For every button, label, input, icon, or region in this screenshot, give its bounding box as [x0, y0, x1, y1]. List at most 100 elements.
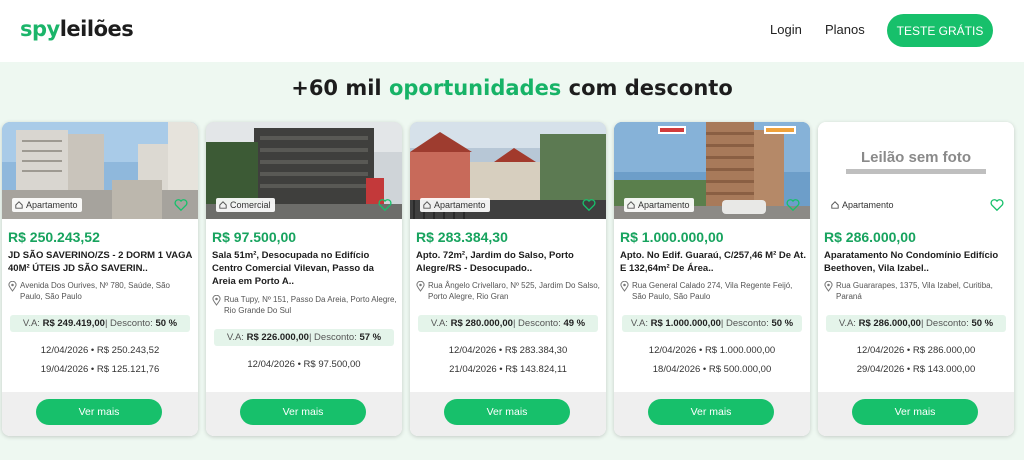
property-type-badge: Apartamento [12, 198, 82, 212]
listing-price: R$ 286.000,00 [824, 229, 916, 245]
listing-card-4[interactable]: Apartamento R$ 1.000.000,00 Apto. No Edi… [614, 122, 810, 436]
heart-icon[interactable] [378, 198, 392, 212]
auction-date-1: 12/04/2026 • R$ 97.500,00 [247, 359, 361, 370]
login-link[interactable]: Login [770, 22, 802, 37]
appraisal-value: R$ 280.000,00 [450, 318, 513, 329]
appraisal-label: V.A: [22, 318, 40, 329]
property-type-badge: Apartamento [624, 198, 694, 212]
map-pin-icon [824, 281, 833, 292]
headline-prefix: +60 mil [291, 76, 389, 100]
appraisal-label: V.A: [838, 318, 856, 329]
heart-icon[interactable] [582, 198, 596, 212]
plans-link[interactable]: Planos [825, 22, 865, 37]
appraisal-label: V.A: [430, 318, 448, 329]
headline-suffix: com desconto [561, 76, 733, 100]
home-icon [423, 201, 431, 209]
listing-title[interactable]: JD SÃO SAVERINO/ZS - 2 DORM 1 VAGA 40M² … [8, 249, 194, 275]
auction-date-1: 12/04/2026 • R$ 1.000.000,00 [648, 345, 776, 356]
listing-card-3[interactable]: Apartamento R$ 283.384,30 Apto. 72m², Ja… [410, 122, 606, 436]
listing-address: Rua Guararapes, 1375, Vila Izabel, Curit… [824, 280, 1010, 302]
logo-text-leiloes: leilões [59, 17, 134, 41]
section-headline: +60 mil oportunidades com desconto [0, 76, 1024, 100]
listing-card-2[interactable]: Comercial R$ 97.500,00 Sala 51m², Desocu… [206, 122, 402, 436]
heart-icon[interactable] [174, 198, 188, 212]
address-text: Avenida Dos Ourives, Nº 780, Saúde, São … [20, 281, 170, 301]
discount-value: 49 % [563, 318, 586, 329]
listing-price: R$ 97.500,00 [212, 229, 297, 245]
auction-date-2: 21/04/2026 • R$ 143.824,11 [449, 364, 567, 375]
property-type-label: Apartamento [434, 200, 486, 210]
address-text: Rua Guararapes, 1375, Vila Izabel, Curit… [836, 281, 993, 301]
see-more-button[interactable]: Ver mais [648, 399, 774, 425]
heart-icon[interactable] [990, 198, 1004, 212]
discount-label: | Desconto: [720, 318, 769, 329]
address-text: Rua General Calado 274, Vila Regente Fei… [632, 281, 793, 301]
property-type-label: Comercial [230, 200, 271, 210]
appraisal-label: V.A: [226, 332, 244, 343]
discount-value: 50 % [771, 318, 794, 329]
no-photo-text: Leilão sem foto [860, 149, 972, 166]
listing-title[interactable]: Apto. 72m², Jardim do Salso, Porto Alegr… [416, 249, 602, 275]
property-type-badge: Apartamento [828, 198, 898, 212]
listing-address: Rua Tupy, Nº 151, Passo Da Areia, Porto … [212, 294, 398, 316]
home-icon [219, 201, 227, 209]
listing-price: R$ 250.243,52 [8, 229, 100, 245]
property-type-label: Apartamento [842, 200, 894, 210]
auction-date-2: 18/04/2026 • R$ 500.000,00 [652, 364, 772, 375]
discount-label: | Desconto: [920, 318, 969, 329]
map-pin-icon [212, 295, 221, 306]
discount-value: 50 % [155, 318, 178, 329]
see-more-button[interactable]: Ver mais [36, 399, 162, 425]
auction-date-2: 29/04/2026 • R$ 143.000,00 [856, 364, 976, 375]
discount-value: 50 % [971, 318, 994, 329]
property-type-badge: Apartamento [420, 198, 490, 212]
discount-strip: V.A: R$ 249.419,00 | Desconto: 50 % [10, 315, 190, 332]
auction-date-1: 12/04/2026 • R$ 250.243,52 [40, 345, 160, 356]
auction-date-1: 12/04/2026 • R$ 286.000,00 [856, 345, 976, 356]
appraisal-label: V.A: [630, 318, 648, 329]
spyleiloes-logo[interactable]: spyleilões [20, 17, 134, 41]
discount-strip: V.A: R$ 1.000.000,00 | Desconto: 50 % [622, 315, 802, 332]
listing-title[interactable]: Aparatamento No Condomínio Edifício Beet… [824, 249, 1010, 275]
map-pin-icon [620, 281, 629, 292]
listing-address: Rua General Calado 274, Vila Regente Fei… [620, 280, 806, 302]
auction-date-2: 19/04/2026 • R$ 125.121,76 [40, 364, 160, 375]
listing-price: R$ 283.384,30 [416, 229, 508, 245]
listing-title[interactable]: Apto. No Edif. Guaraú, C/257,46 M² De At… [620, 249, 806, 275]
discount-label: | Desconto: [512, 318, 561, 329]
discount-strip: V.A: R$ 286.000,00 | Desconto: 50 % [826, 315, 1006, 332]
home-icon [15, 201, 23, 209]
property-type-label: Apartamento [26, 200, 78, 210]
see-more-button[interactable]: Ver mais [444, 399, 570, 425]
auction-date-1: 12/04/2026 • R$ 283.384,30 [448, 345, 568, 356]
listing-price: R$ 1.000.000,00 [620, 229, 724, 245]
free-trial-button[interactable]: TESTE GRÁTIS [887, 14, 993, 47]
property-type-label: Apartamento [638, 200, 690, 210]
placeholder-bar [846, 169, 986, 174]
discount-label: | Desconto: [104, 318, 153, 329]
logo-text-spy: spy [20, 17, 60, 41]
discount-value: 57 % [359, 332, 382, 343]
discount-label: | Desconto: [308, 332, 357, 343]
appraisal-value: R$ 1.000.000,00 [650, 318, 721, 329]
address-text: Rua Tupy, Nº 151, Passo Da Areia, Porto … [224, 295, 397, 315]
heart-icon[interactable] [786, 198, 800, 212]
map-pin-icon [416, 281, 425, 292]
see-more-button[interactable]: Ver mais [240, 399, 366, 425]
listing-card-1[interactable]: Apartamento R$ 250.243,52 JD SÃO SAVERIN… [2, 122, 198, 436]
discount-strip: V.A: R$ 280.000,00 | Desconto: 49 % [418, 315, 598, 332]
top-navbar: spyleilões Login Planos TESTE GRÁTIS [0, 0, 1024, 62]
appraisal-value: R$ 249.419,00 [42, 318, 105, 329]
listing-title[interactable]: Sala 51m², Desocupada no Edifício Centro… [212, 249, 398, 288]
address-text: Rua Ângelo Crivellaro, Nº 525, Jardim Do… [428, 281, 600, 301]
map-pin-icon [8, 281, 17, 292]
home-icon [831, 201, 839, 209]
listing-address: Avenida Dos Ourives, Nº 780, Saúde, São … [8, 280, 194, 302]
discount-strip: V.A: R$ 226.000,00 | Desconto: 57 % [214, 329, 394, 346]
listing-address: Rua Ângelo Crivellaro, Nº 525, Jardim Do… [416, 280, 602, 302]
appraisal-value: R$ 286.000,00 [858, 318, 921, 329]
appraisal-value: R$ 226.000,00 [246, 332, 309, 343]
listing-card-5[interactable]: Leilão sem foto Apartamento R$ 286.000,0… [818, 122, 1014, 436]
see-more-button[interactable]: Ver mais [852, 399, 978, 425]
headline-highlight: oportunidades [388, 76, 562, 100]
